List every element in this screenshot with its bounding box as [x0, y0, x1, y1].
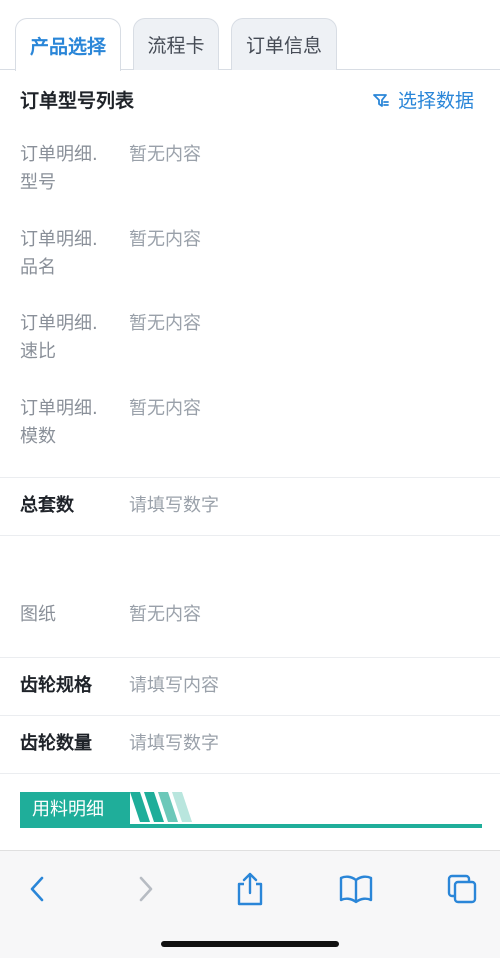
total-sets-row: 总套数 请填写数字: [20, 492, 480, 520]
select-data-label: 选择数据: [397, 90, 474, 112]
gear-spec-label: 齿轮规格: [20, 675, 92, 696]
tabs-button[interactable]: [440, 869, 484, 909]
gear-qty-label: 齿轮数量: [20, 733, 92, 754]
section-title: 订单型号列表: [20, 90, 135, 112]
drawing-row: 图纸 暂无内容: [20, 601, 480, 629]
divider: [0, 773, 500, 774]
divider: [0, 715, 500, 716]
total-sets-label: 总套数: [20, 495, 74, 516]
home-indicator: [161, 941, 339, 947]
share-button[interactable]: [228, 869, 272, 909]
banner-title: 用料明细: [20, 792, 130, 828]
share-icon: [237, 872, 263, 906]
detail-value: 暂无内容: [129, 313, 201, 334]
detail-label: 订单明细.速比: [20, 313, 98, 362]
material-details-banner: 用料明细: [20, 792, 482, 830]
bookmarks-button[interactable]: [334, 869, 378, 909]
detail-label: 订单明细.品名: [20, 229, 98, 278]
forward-icon: [139, 876, 153, 902]
detail-label: 订单明细.型号: [20, 144, 98, 193]
drawing-value: 暂无内容: [129, 604, 201, 625]
select-data-button[interactable]: 选择数据: [372, 86, 474, 113]
tabs-icon: [447, 874, 477, 904]
tab-order-info[interactable]: 订单信息: [231, 18, 337, 70]
drawing-label: 图纸: [20, 604, 56, 625]
detail-value: 暂无内容: [129, 144, 201, 165]
tab-product-select[interactable]: 产品选择: [15, 18, 121, 71]
banner-stripes-decoration: [130, 792, 192, 822]
gear-spec-input[interactable]: 请填写内容: [129, 672, 219, 700]
detail-value: 暂无内容: [129, 229, 201, 250]
gear-qty-input[interactable]: 请填写数字: [129, 730, 219, 758]
divider: [0, 477, 500, 478]
divider: [0, 657, 500, 658]
back-button[interactable]: [15, 869, 59, 909]
gear-spec-row: 齿轮规格 请填写内容: [20, 672, 480, 700]
select-data-icon: [373, 93, 389, 107]
tab-process-card[interactable]: 流程卡: [133, 18, 219, 70]
total-sets-input[interactable]: 请填写数字: [129, 492, 219, 520]
gear-qty-row: 齿轮数量 请填写数字: [20, 730, 480, 758]
back-icon: [30, 876, 44, 902]
bookmarks-icon: [339, 875, 373, 904]
forward-button[interactable]: [124, 869, 168, 909]
tab-bar: 产品选择 流程卡 订单信息: [0, 0, 500, 71]
detail-label: 订单明细.模数: [20, 398, 98, 447]
detail-value: 暂无内容: [129, 398, 201, 419]
divider: [0, 535, 500, 536]
